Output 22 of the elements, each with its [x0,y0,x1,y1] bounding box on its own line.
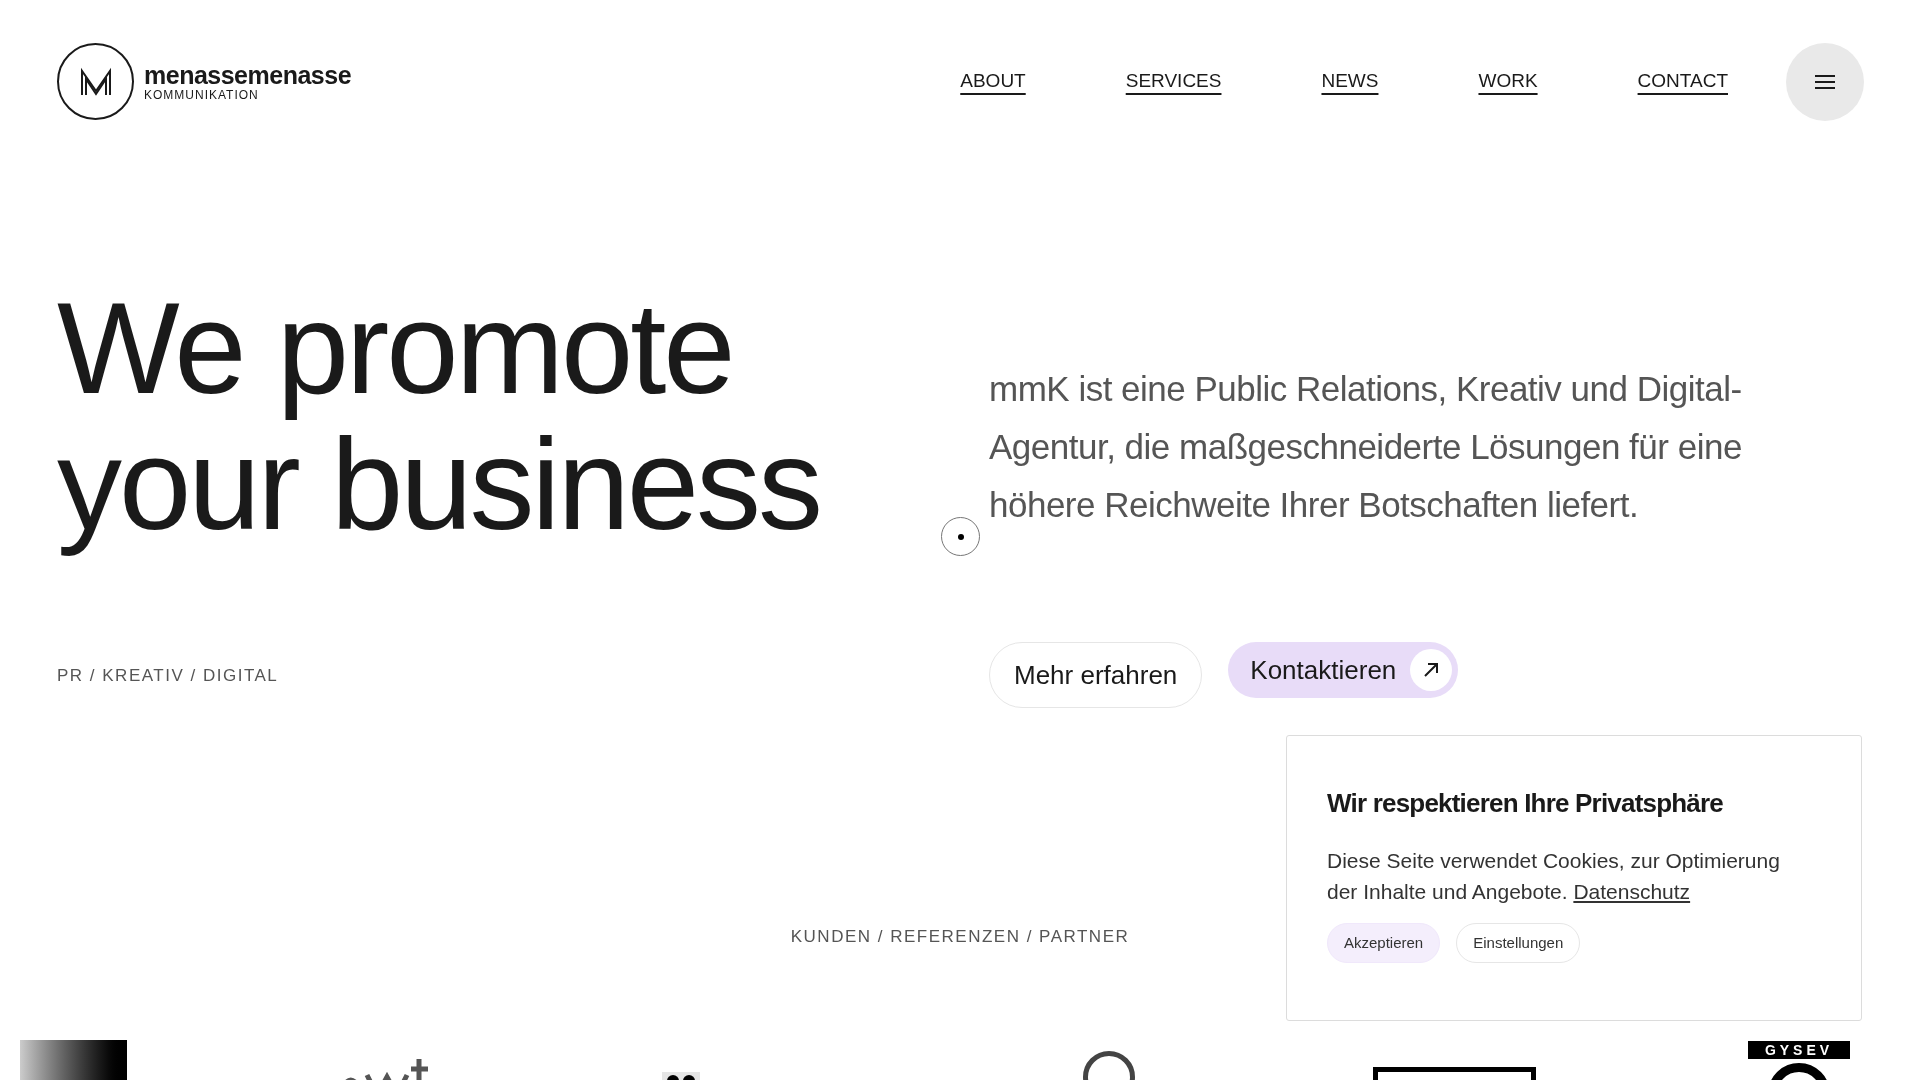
nav-link[interactable]: NEWS [1321,67,1379,96]
logo-icon[interactable] [57,43,134,120]
tagline: PR / KREATIV / DIGITAL [57,665,280,687]
arrow-up-right-icon [1423,662,1440,678]
brand-name: menassemenasse [144,61,352,88]
privacy-link[interactable]: Datenschutz [1573,880,1691,903]
cookie-text: Diese Seite verwendet Cookies, zur Optimierung der Inhalte und Angebote. Datenschutz [1327,848,1781,905]
brand-subtitle: KOMMUNIKATION [144,87,260,102]
cookie-title: Wir respektieren Ihre Privatsphäre [1327,787,1724,820]
nav-link[interactable]: SERVICES [1125,67,1222,96]
settings-button[interactable]: Einstellungen [1456,923,1581,963]
clients-heading: KUNDEN / REFERENZEN / PARTNER [790,926,1130,948]
nav-link[interactable]: ABOUT [960,67,1026,96]
contact-button[interactable]: Kontaktieren [1228,642,1459,698]
logo-text: GYSEV [1748,1041,1850,1059]
nav-link[interactable]: CONTACT [1637,67,1728,96]
hero-heading: We promote your business [57,280,822,559]
intro-paragraph: mmK ist eine Public Relations, Kreativ und Digital-Agentur, die maßgeschneiderte Lösungen für eine höhere Reichweite Ihrer Botschaften liefert. [989,368,1743,526]
menu-icon [1814,73,1836,90]
more-button[interactable]: Mehr erfahren [989,642,1203,708]
nav-link[interactable]: WORK [1478,67,1538,96]
accept-button[interactable]: Akzeptieren [1327,923,1441,963]
